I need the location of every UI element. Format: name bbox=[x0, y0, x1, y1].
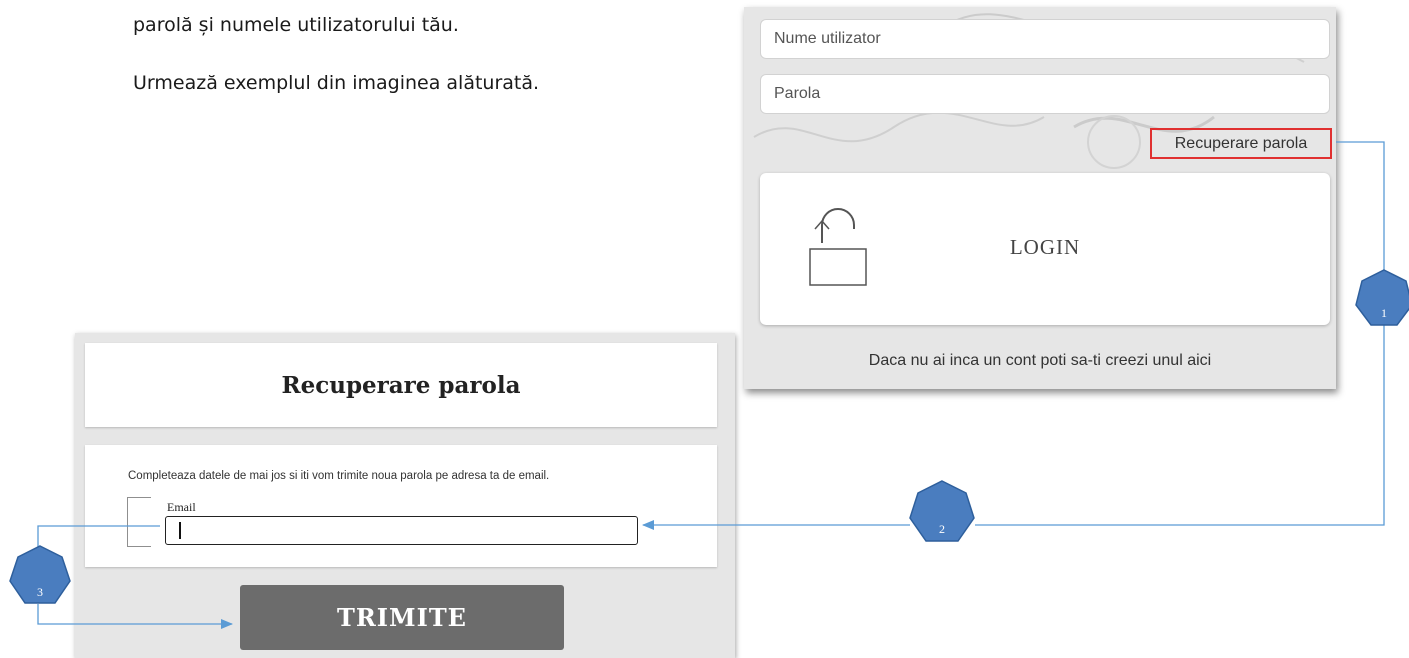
document-text-line-2: Urmează exemplul din imaginea alăturată. bbox=[133, 72, 540, 94]
recover-password-link[interactable]: Recuperare parola bbox=[1150, 128, 1332, 159]
recovery-title: Recuperare parola bbox=[281, 372, 521, 399]
submit-button[interactable]: TRIMITE bbox=[240, 585, 564, 650]
recovery-title-card: Recuperare parola bbox=[85, 343, 717, 427]
recovery-instructions: Completeaza datele de mai jos si iti vom… bbox=[128, 470, 550, 482]
username-input[interactable]: Nume utilizator bbox=[760, 19, 1330, 59]
badge-3: 3 bbox=[9, 545, 71, 604]
password-input[interactable]: Parola bbox=[760, 74, 1330, 114]
recovery-panel: Recuperare parola TRIMITE bbox=[75, 333, 735, 658]
login-label: LOGIN bbox=[1009, 235, 1081, 259]
badge-2-label: 2 bbox=[939, 522, 945, 536]
document-text-line-1: parolă și numele utilizatorului tău. bbox=[133, 14, 459, 36]
badge-1: 1 bbox=[1355, 269, 1409, 326]
email-label: Email bbox=[167, 500, 196, 514]
email-bracket bbox=[127, 497, 151, 547]
login-button[interactable]: LOGIN bbox=[760, 173, 1330, 325]
badge-2: 2 bbox=[909, 480, 975, 542]
email-input[interactable] bbox=[165, 516, 638, 545]
badge-3-label: 3 bbox=[37, 585, 43, 599]
text-caret bbox=[179, 522, 181, 539]
badge-1-label: 1 bbox=[1381, 306, 1387, 320]
login-panel: Nume utilizator Parola LOGIN Daca nu ai … bbox=[744, 7, 1336, 389]
signup-link[interactable]: Daca nu ai inca un cont poti sa-ti creez… bbox=[744, 352, 1336, 370]
